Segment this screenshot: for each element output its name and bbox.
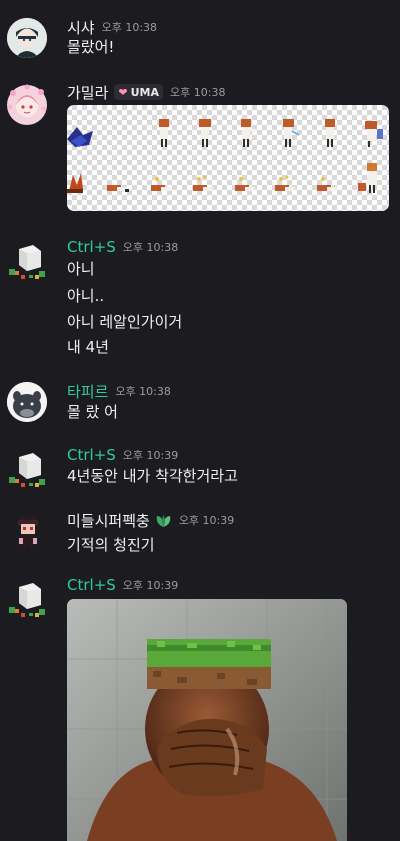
leaf-icon[interactable] xyxy=(155,513,172,527)
image-attachment[interactable] xyxy=(67,599,347,841)
timestamp[interactable]: 오후 10:39 xyxy=(123,577,178,593)
sprite-frame xyxy=(317,177,337,191)
sprite-frame xyxy=(151,177,171,191)
timestamp[interactable]: 오후 10:38 xyxy=(123,239,178,255)
message-text: 몰랐어! xyxy=(67,38,115,56)
sprite-frame xyxy=(159,119,169,147)
timestamp[interactable]: 오후 10:38 xyxy=(102,19,157,35)
avatar[interactable] xyxy=(5,447,49,491)
username[interactable]: 시샤 xyxy=(67,17,95,38)
timestamp[interactable]: 오후 10:38 xyxy=(115,383,170,399)
sprite-frame xyxy=(107,185,129,192)
timestamp[interactable]: 오후 10:38 xyxy=(170,84,225,100)
sprite-frame xyxy=(358,163,377,193)
message-text: 내 4년 xyxy=(67,338,109,356)
guild-tag-label: UMA xyxy=(130,85,160,99)
username[interactable]: 미들시퍼펙충 xyxy=(67,510,150,531)
timestamp[interactable]: 오후 10:39 xyxy=(179,512,234,528)
guild-tag[interactable]: ❤ UMA xyxy=(114,84,164,100)
username[interactable]: Ctrl+S xyxy=(67,446,116,464)
heart-icon: ❤ xyxy=(118,85,128,99)
avatar[interactable] xyxy=(9,512,47,550)
username[interactable]: 타피르 xyxy=(67,381,108,402)
avatar[interactable] xyxy=(5,83,49,127)
sprite-frame xyxy=(199,119,211,147)
message-text: 몰 랐 어 xyxy=(67,403,118,421)
sprite-frame xyxy=(325,119,335,147)
chat-message-list: 시샤 오후 10:38 몰랐어! 가밀라 ❤ UMA 오후 10:38 Ctrl… xyxy=(0,0,400,841)
message-text: 기적의 청진기 xyxy=(67,536,155,554)
avatar[interactable] xyxy=(5,577,49,621)
sprite-frame xyxy=(283,119,300,147)
timestamp[interactable]: 오후 10:39 xyxy=(123,447,178,463)
sprite-frame xyxy=(241,119,257,147)
sprite-frame xyxy=(235,177,255,191)
message-text: 아니 xyxy=(67,260,95,278)
sprite-frame xyxy=(365,121,383,147)
sprite-frame xyxy=(275,175,295,191)
avatar[interactable] xyxy=(7,382,47,422)
avatar[interactable] xyxy=(7,18,47,58)
username[interactable]: Ctrl+S xyxy=(67,238,116,256)
sprite-frame xyxy=(193,175,213,191)
message-text: 아니.. xyxy=(67,287,105,305)
image-attachment[interactable] xyxy=(67,105,389,211)
message-text: 4년동안 내가 착각한거라고 xyxy=(67,467,238,485)
message-text: 아니 레알인가이거 xyxy=(67,313,183,331)
username[interactable]: 가밀라 xyxy=(67,82,108,103)
username[interactable]: Ctrl+S xyxy=(67,576,116,594)
avatar[interactable] xyxy=(5,239,49,283)
